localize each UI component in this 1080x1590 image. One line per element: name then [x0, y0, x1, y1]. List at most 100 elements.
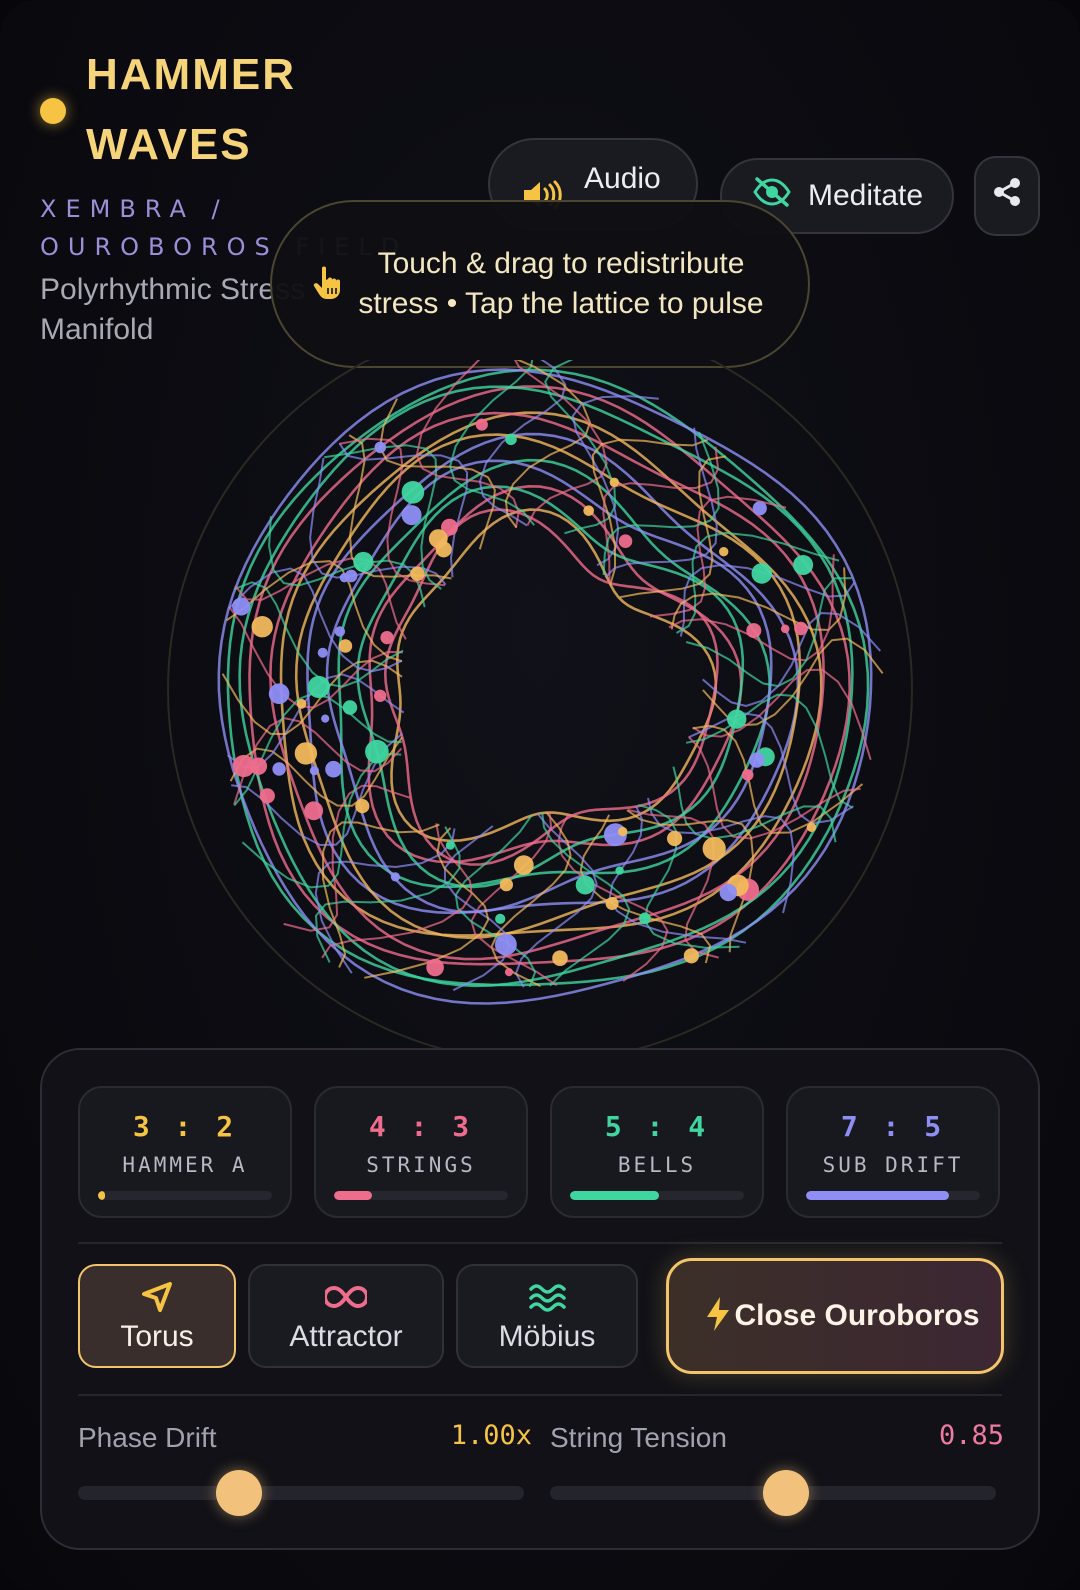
torus-lattice-canvas[interactable] [0, 317, 1080, 1063]
ratio-card-strings[interactable]: 4 : 3 STRINGS [314, 1086, 528, 1218]
lattice-node[interactable] [272, 762, 286, 776]
lattice-node[interactable] [513, 855, 534, 875]
torus-lattice[interactable] [0, 317, 1080, 1063]
ratio-value: 7 : 5 [840, 1110, 946, 1143]
mode-attractor-button[interactable]: Attractor [248, 1264, 444, 1368]
phase-drift-value: 1.00x [450, 1420, 532, 1451]
lattice-node[interactable] [380, 631, 394, 645]
phase-drift-label: Phase Drift [78, 1422, 217, 1453]
lattice-node[interactable] [727, 709, 747, 729]
ratio-name: HAMMER A [122, 1153, 248, 1177]
lattice-contour [238, 385, 854, 988]
lattice-node[interactable] [505, 433, 517, 446]
lattice-node[interactable] [618, 534, 633, 548]
string-tension-slider-thumb[interactable] [763, 1470, 810, 1516]
mode-torus-button[interactable]: Torus [78, 1264, 236, 1368]
close-ouroboros-button[interactable]: Close Ouroboros [666, 1258, 1004, 1374]
mode-mobius-button[interactable]: Möbius [456, 1264, 638, 1368]
mode-label: Möbius [498, 1320, 596, 1353]
brand-dot [40, 98, 66, 124]
lattice-node[interactable] [552, 950, 568, 966]
lattice-node[interactable] [296, 698, 307, 709]
ratio-progress-fill [570, 1191, 659, 1200]
string-tension-value: 0.85 [938, 1420, 1004, 1451]
lattice-node[interactable] [428, 529, 448, 548]
lattice-node[interactable] [317, 647, 328, 658]
lattice-node[interactable] [609, 477, 619, 487]
ratio-progress-fill [334, 1191, 373, 1200]
lattice-node[interactable] [583, 505, 594, 516]
lattice-node[interactable] [232, 597, 251, 616]
lattice-node[interactable] [499, 878, 513, 892]
ratio-card-sub-drift[interactable]: 7 : 5 SUB DRIFT [786, 1086, 1000, 1218]
mode-label: Attractor [289, 1320, 403, 1353]
lattice-node[interactable] [751, 563, 773, 584]
lattice-node[interactable] [702, 837, 726, 861]
lattice-node[interactable] [304, 801, 324, 821]
lattice-node[interactable] [752, 501, 767, 516]
lattice-node[interactable] [495, 913, 506, 925]
app-title: HAMMER WAVES [86, 40, 296, 180]
lattice-node[interactable] [401, 505, 422, 526]
lattice-node[interactable] [353, 551, 374, 573]
lattice-node[interactable] [251, 616, 273, 638]
lattice-node[interactable] [806, 822, 817, 832]
share-button[interactable] [974, 156, 1040, 236]
lattice-node[interactable] [426, 958, 444, 977]
infinity-icon [250, 1280, 442, 1314]
close-ouroboros-label: Close Ouroboros [734, 1299, 980, 1332]
lattice-node[interactable] [307, 675, 330, 699]
lattice-node[interactable] [575, 875, 595, 895]
gesture-hint-tooltip: Touch & drag to redistribute stress • Ta… [270, 200, 810, 368]
lattice-contour [367, 484, 743, 864]
ratio-progress-track [806, 1191, 980, 1200]
lattice-node[interactable] [232, 754, 255, 778]
lattice-node[interactable] [410, 566, 425, 581]
phase-drift-slider-track[interactable] [78, 1486, 524, 1500]
ratio-card-hammer-a[interactable]: 3 : 2 HAMMER A [78, 1086, 292, 1218]
lattice-node[interactable] [325, 760, 342, 778]
lattice-node[interactable] [309, 766, 319, 776]
lattice-node[interactable] [504, 968, 514, 977]
lattice-node[interactable] [746, 623, 762, 639]
ratio-name: BELLS [617, 1153, 697, 1177]
lattice-node[interactable] [780, 624, 790, 634]
ratio-name: SUB DRIFT [822, 1153, 964, 1177]
lattice-node[interactable] [719, 883, 737, 902]
phase-drift-slider-thumb[interactable] [215, 1470, 262, 1516]
lattice-node[interactable] [374, 441, 387, 454]
lattice-node[interactable] [794, 621, 808, 636]
waves-icon [458, 1280, 636, 1314]
lattice-node[interactable] [390, 872, 400, 882]
lattice-node[interactable] [365, 739, 389, 764]
lattice-node[interactable] [259, 788, 275, 804]
lattice-node[interactable] [741, 769, 754, 781]
meditate-button-label: Meditate [808, 179, 924, 212]
lattice-node[interactable] [475, 418, 488, 431]
lattice-node[interactable] [667, 830, 683, 847]
lattice-node[interactable] [334, 626, 346, 637]
lattice-node[interactable] [683, 948, 700, 964]
lattice-node[interactable] [445, 840, 455, 850]
lattice-node[interactable] [639, 912, 651, 925]
lattice-node[interactable] [374, 689, 387, 702]
lattice-node[interactable] [495, 933, 517, 956]
lattice-node[interactable] [342, 700, 358, 715]
ratio-card-bells[interactable]: 5 : 4 BELLS [550, 1086, 764, 1218]
lattice-contour [383, 508, 719, 866]
ratio-name: STRINGS [366, 1153, 476, 1177]
lattice-node[interactable] [338, 639, 353, 653]
lattice-node[interactable] [618, 826, 628, 837]
lattice-node[interactable] [615, 866, 624, 875]
lattice-node[interactable] [321, 714, 330, 723]
lattice-node[interactable] [749, 752, 765, 768]
lattice-node[interactable] [339, 573, 350, 583]
lattice-node[interactable] [355, 799, 370, 814]
lattice-node[interactable] [401, 481, 425, 504]
lattice-node[interactable] [294, 742, 318, 765]
lattice-node[interactable] [268, 683, 290, 704]
lattice-node[interactable] [719, 547, 729, 557]
lattice-node[interactable] [793, 555, 814, 575]
lattice-node[interactable] [605, 897, 619, 910]
halo-ring [167, 317, 913, 1063]
